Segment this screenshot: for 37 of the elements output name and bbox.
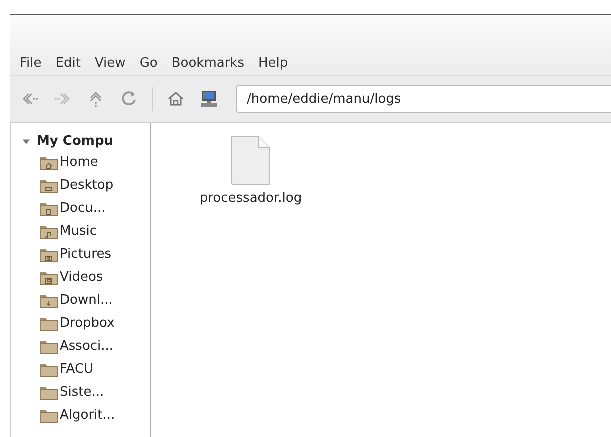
sidebar-item[interactable]: Videos (60, 270, 104, 285)
location-field[interactable]: /home/eddie/manu/logs (236, 85, 611, 113)
folder-icon (39, 224, 59, 240)
folder-icon (39, 384, 59, 400)
menu-item[interactable]: Go (138, 56, 166, 71)
computer-icon[interactable] (199, 89, 219, 109)
sidebar-item[interactable]: Associ... (60, 339, 114, 354)
expander-icon[interactable] (22, 136, 31, 146)
folder-icon (39, 408, 59, 424)
folder-icon (39, 246, 59, 262)
folder-icon (39, 292, 59, 308)
sidebar-item[interactable]: Downl... (60, 293, 113, 308)
file-name[interactable]: processador.log (200, 191, 302, 206)
menu-item[interactable]: File (18, 56, 50, 71)
folder-icon (39, 316, 59, 332)
folder-icon (39, 200, 59, 216)
sidebar-item[interactable]: Dropbox (60, 316, 115, 331)
folder-icon (39, 362, 59, 378)
sidebar-item[interactable]: Siste... (60, 385, 104, 400)
menu-item[interactable]: Edit (54, 56, 89, 71)
sidebar-item[interactable]: FACU (60, 362, 94, 377)
folder-icon (39, 338, 59, 354)
folder-icon (39, 270, 59, 286)
sidebar-item[interactable]: Home (60, 155, 98, 170)
folder-icon (39, 178, 59, 194)
file-icon[interactable] (229, 135, 273, 187)
menu-item[interactable]: Bookmarks (170, 56, 252, 71)
sidebar-item[interactable]: Docu... (60, 201, 106, 216)
folder-icon (39, 154, 59, 170)
tree-heading[interactable]: My Compu (37, 134, 114, 148)
home-icon[interactable] (166, 89, 186, 109)
menu-item[interactable]: Help (256, 56, 296, 71)
menu-item[interactable]: View (92, 56, 134, 71)
sidebar-item[interactable]: Music (60, 224, 97, 239)
sidebar-item[interactable]: Desktop (60, 178, 114, 193)
sidebar-item[interactable]: Algorit... (60, 408, 116, 423)
sidebar-item[interactable]: Pictures (60, 247, 112, 262)
